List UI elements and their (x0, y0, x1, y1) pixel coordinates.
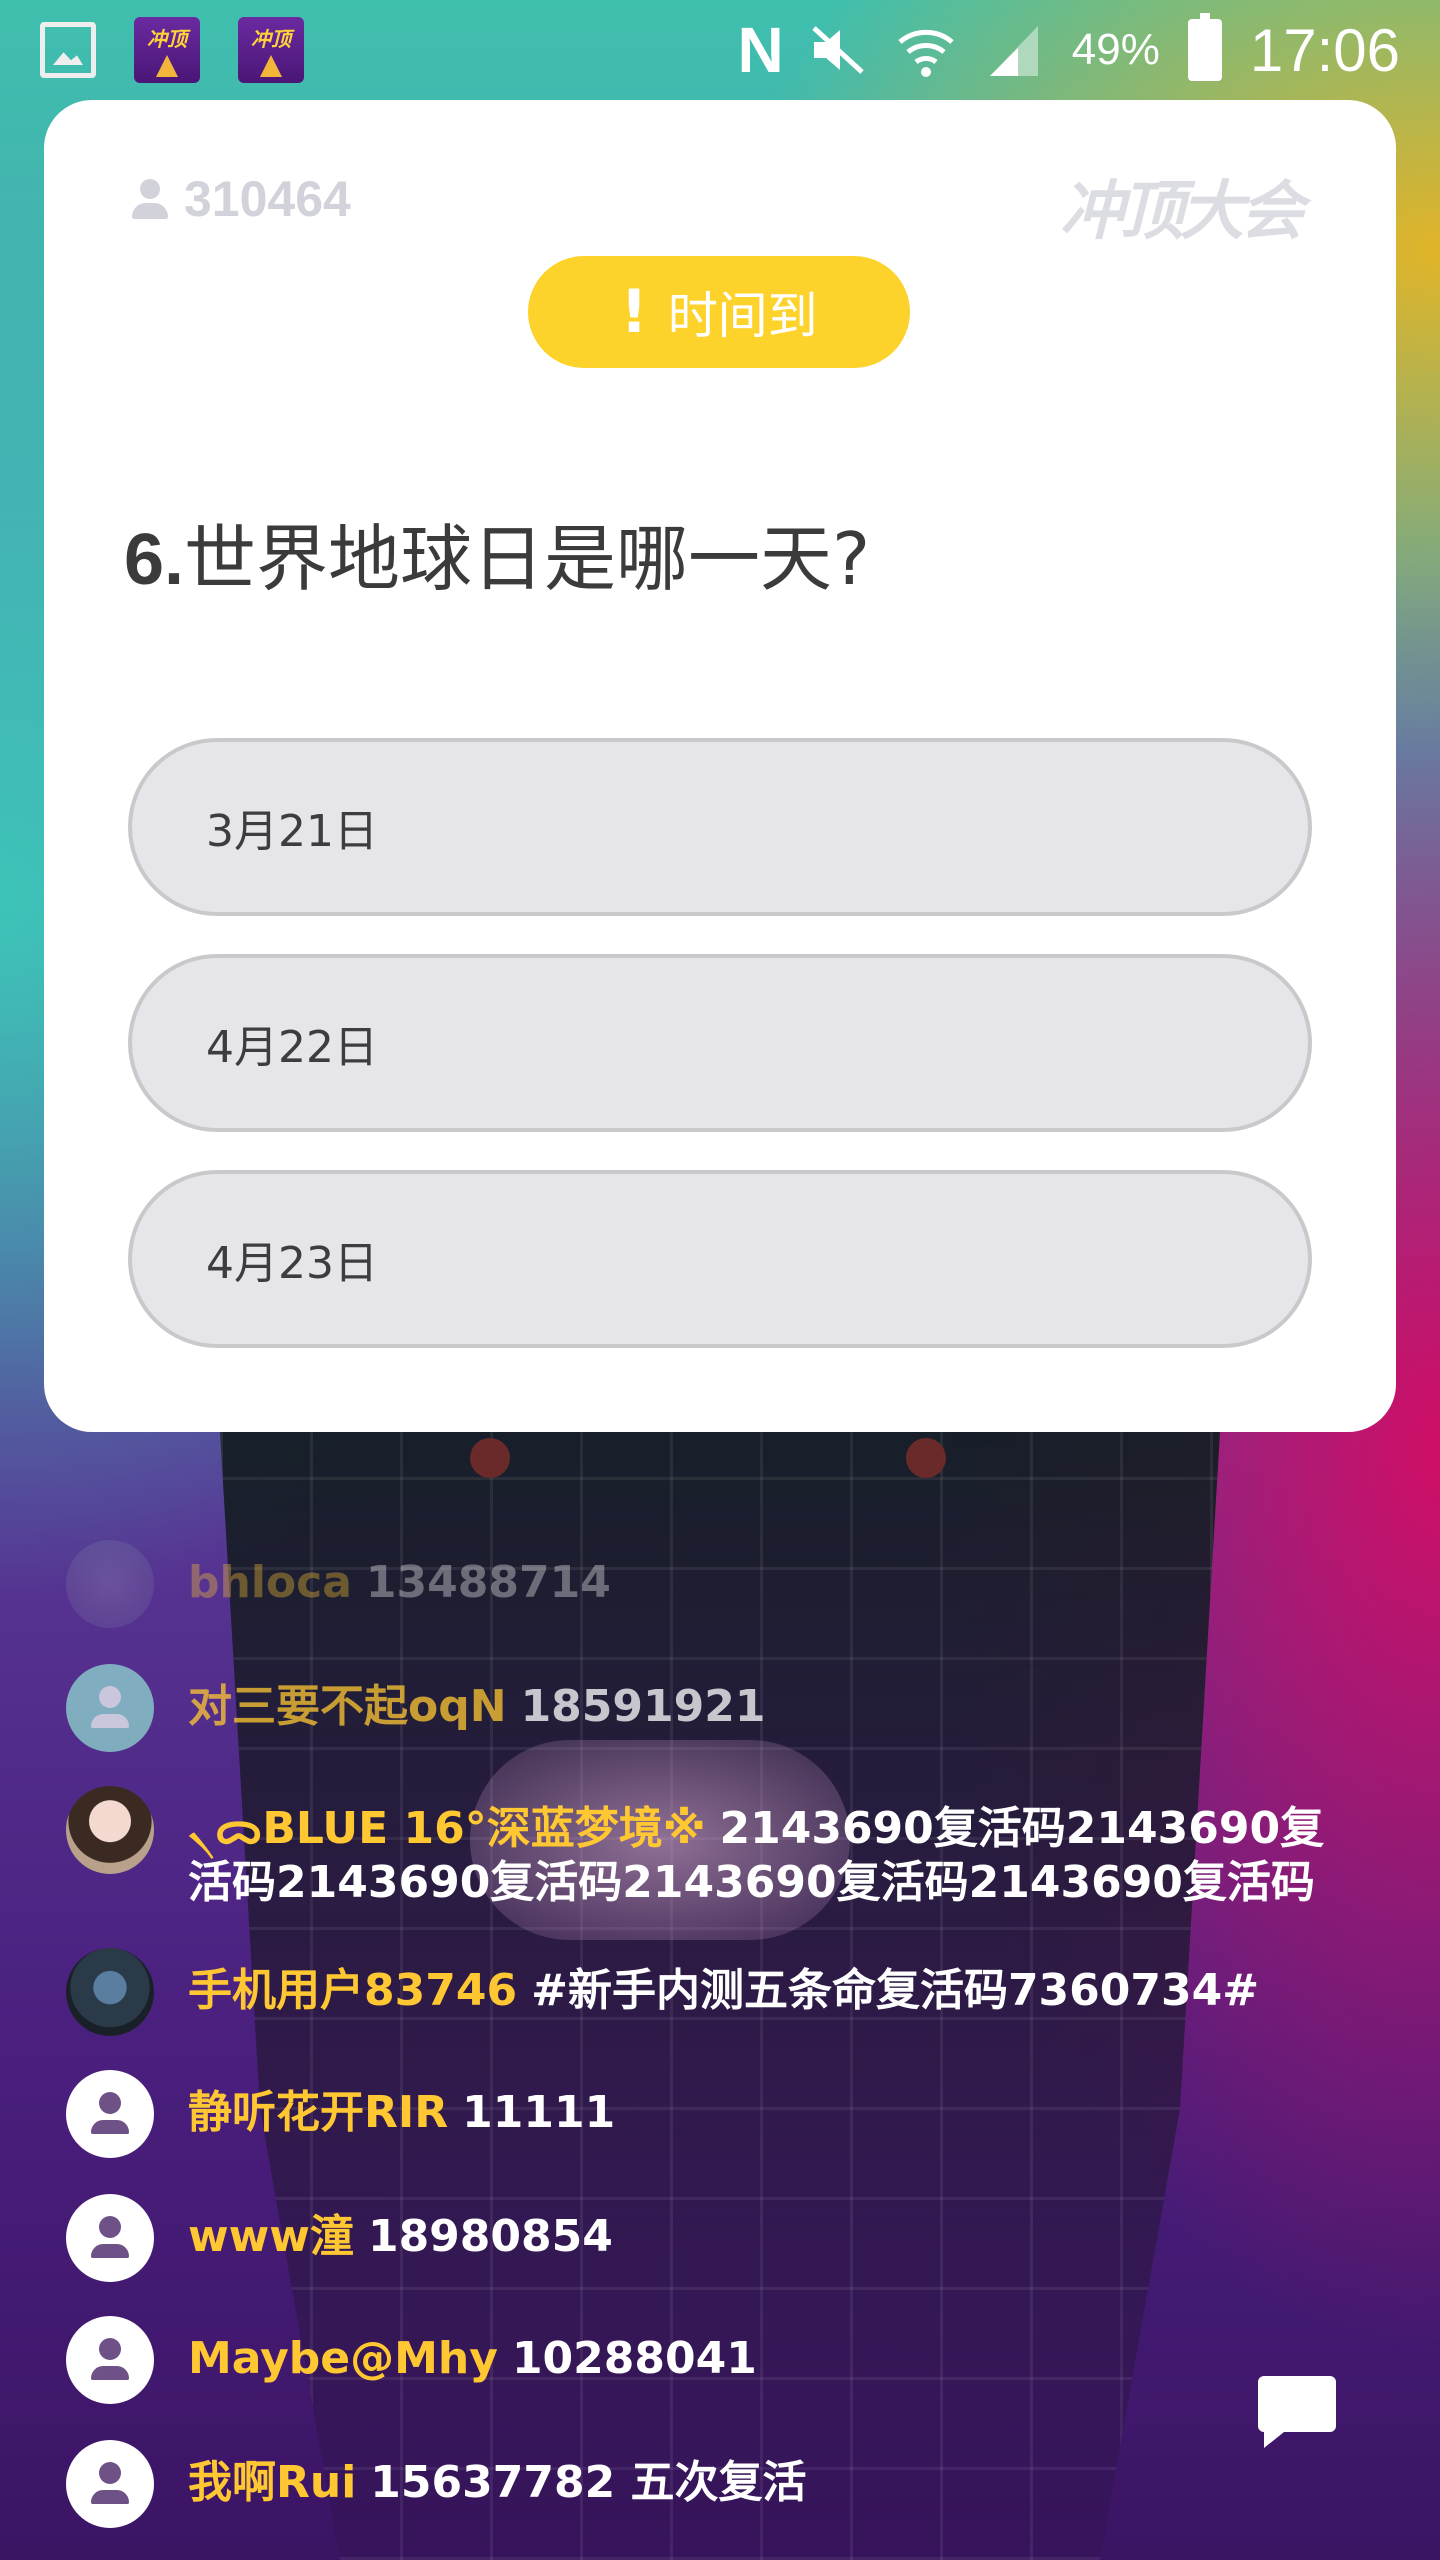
question-text: 世界地球日是哪一天? (184, 517, 871, 601)
avatar (66, 2316, 154, 2404)
comment-username: 静听花开RIR (188, 2087, 449, 2138)
comment-item: 对三要不起oqN 18591921 (66, 1664, 1366, 1752)
app-notification-icon: 冲顶 (134, 17, 200, 83)
comment-item: Maybe@Mhy 10288041 (66, 2316, 1366, 2404)
avatar (66, 1948, 154, 2036)
question-number: 6. (124, 520, 185, 600)
comment-username: bhloca (188, 1557, 352, 1608)
comment-item: 手机用户83746 #新手内测五条命复活码7360734# (66, 1948, 1366, 2036)
comment-message: 18591921 (520, 1681, 766, 1732)
comment-message: 15637782 五次复活 (370, 2457, 807, 2508)
comment-username: 对三要不起oqN (188, 1681, 507, 1732)
status-bar: 冲顶 冲顶 N 49% 17:06 (0, 0, 1440, 100)
player-count-value: 310464 (184, 171, 351, 227)
avatar (66, 2194, 154, 2282)
avatar (66, 1786, 154, 1874)
answer-option-3[interactable]: 4月23日 (128, 1170, 1312, 1348)
quiz-card: 310464 冲顶大会 ! 时间到 6.世界地球日是哪一天? 3月21日 4月2… (44, 100, 1396, 1432)
avatar (66, 1540, 154, 1628)
wifi-icon (898, 29, 954, 77)
comment-item: 静听花开RIR 11111 (66, 2070, 1366, 2158)
comment-username: 我啊Rui (188, 2457, 357, 2508)
jacket-button (906, 1438, 946, 1478)
answer-option-1[interactable]: 3月21日 (128, 738, 1312, 916)
time-up-badge: ! 时间到 (528, 256, 910, 368)
user-icon (132, 179, 168, 219)
comment-message: 13488714 (365, 1557, 611, 1608)
answer-option-2[interactable]: 4月22日 (128, 954, 1312, 1132)
battery-percent: 49% (1071, 25, 1160, 74)
player-count: 310464 (132, 170, 351, 228)
comment-username: 手机用户83746 (188, 1965, 518, 2016)
chat-bubble-icon[interactable] (1256, 2374, 1338, 2450)
brand-logo: 冲顶大会 (1060, 175, 1304, 249)
comment-item: bhloca 13488714 (66, 1540, 1366, 1628)
jacket-button (470, 1438, 510, 1478)
avatar (66, 2440, 154, 2528)
nfc-icon: N (737, 14, 784, 86)
comment-username: www潼 (188, 2211, 354, 2262)
app-notification-icon: 冲顶 (238, 17, 304, 83)
option-label: 4月23日 (206, 1238, 378, 1289)
comment-item: 我啊Rui 15637782 五次复活 (66, 2440, 1366, 2528)
avatar (66, 1664, 154, 1752)
app-icon-label: 冲顶 (147, 27, 187, 51)
comment-item: www潼 18980854 (66, 2194, 1366, 2282)
system-icons: N 49% 17:06 (738, 13, 1400, 87)
comment-message: #新手内测五条命复活码7360734# (531, 1965, 1260, 2016)
option-label: 3月21日 (206, 806, 378, 857)
avatar (66, 2070, 154, 2158)
comment-username: ৲ᯅBLUE 16°深蓝梦境※ (188, 1803, 706, 1854)
gallery-icon (40, 22, 96, 78)
comment-message: 18980854 (367, 2211, 613, 2262)
exclamation-icon: ! (620, 277, 648, 347)
option-label: 4月22日 (206, 1022, 378, 1073)
notification-icons: 冲顶 冲顶 (40, 17, 304, 83)
battery-charging-icon (1187, 13, 1222, 81)
comment-message: 11111 (462, 2087, 616, 2138)
app-icon-label: 冲顶 (251, 27, 291, 51)
comment-username: Maybe@Mhy (188, 2333, 498, 2384)
clock: 17:06 (1249, 16, 1400, 84)
signal-icon (989, 26, 1038, 76)
comment-item: ৲ᯅBLUE 16°深蓝梦境※ 2143690复活码2143690复活码2143… (66, 1786, 1366, 1910)
time-up-label: 时间到 (667, 287, 818, 345)
mute-icon (812, 26, 864, 74)
question-title: 6.世界地球日是哪一天? (124, 500, 870, 605)
comment-message: 10288041 (511, 2333, 757, 2384)
